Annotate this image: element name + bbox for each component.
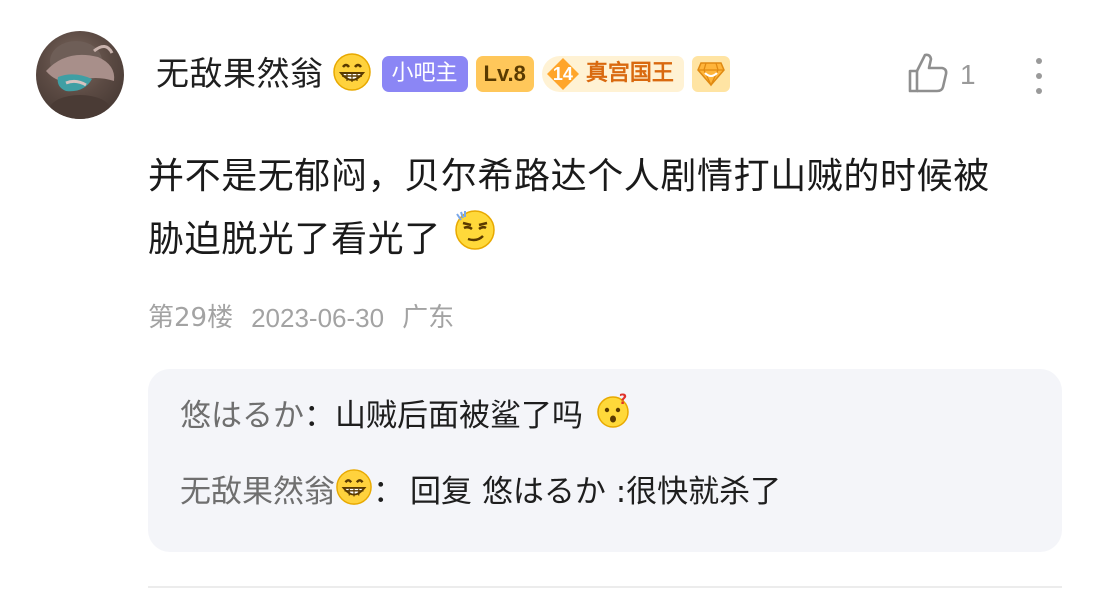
title-name: 真宫国王 (585, 61, 674, 86)
confused-face-icon: ? (595, 392, 631, 440)
reply-author[interactable]: 无敌果然翁 (180, 471, 335, 513)
post-meta: 第29楼 2023-06-30 广东 (148, 298, 454, 338)
grinning-face-icon (335, 468, 373, 517)
post-item: 无敌果然翁 小吧主 Lv.8 14 真宫国王 1 并不是无郁闷，贝尔希路达个人剧… (0, 0, 1096, 603)
smug-face-icon (453, 208, 497, 272)
username[interactable]: 无敌果然翁 (156, 52, 324, 96)
post-content: 并不是无郁闷，贝尔希路达个人剧情打山贼的时候被 胁迫脱光了看光了 (148, 146, 1058, 272)
reply-text: 回复 悠はるか :很快就杀了 (410, 474, 782, 510)
gem-icon[interactable] (691, 56, 730, 92)
moderator-badge[interactable]: 小吧主 (381, 56, 468, 92)
content-line-2: 胁迫脱光了看光了 (148, 208, 1058, 272)
content-line: 并不是无郁闷，贝尔希路达个人剧情打山贼的时候被 (148, 156, 990, 197)
title-badge[interactable]: 14 真宫国王 (541, 56, 684, 92)
floor-number: 第29楼 (148, 303, 234, 333)
like-button[interactable]: 1 (906, 52, 976, 98)
reply-item[interactable]: 无敌果然翁 ： 回复 悠はるか :很快就杀了 (180, 468, 1062, 513)
post-date: 2023-06-30 (251, 303, 385, 333)
svg-text:?: ? (619, 393, 627, 408)
title-level-icon: 14 (546, 57, 580, 91)
grinning-face-icon (332, 52, 372, 96)
reply-author[interactable]: 悠はるか (180, 395, 304, 437)
level-badge[interactable]: Lv.8 (475, 56, 534, 92)
reply-separator: ： (373, 474, 404, 510)
reply-item[interactable]: 悠はるか ： 山贼后面被鲨了吗 ? (180, 392, 1062, 440)
thumbs-up-icon (906, 51, 950, 99)
more-vertical-icon[interactable] (1024, 54, 1054, 98)
divider (148, 586, 1062, 588)
avatar[interactable] (36, 31, 124, 119)
like-count: 1 (960, 59, 976, 90)
post-location: 广东 (402, 303, 455, 333)
reply-separator: ： (304, 398, 335, 434)
reply-box[interactable]: 悠はるか ： 山贼后面被鲨了吗 ? 无敌果然翁 ： 回复 悠はるか:很快就杀了 (148, 369, 1062, 552)
post-header: 无敌果然翁 小吧主 Lv.8 14 真宫国王 (156, 52, 730, 96)
reply-text: 山贼后面被鲨了吗 (335, 398, 583, 434)
